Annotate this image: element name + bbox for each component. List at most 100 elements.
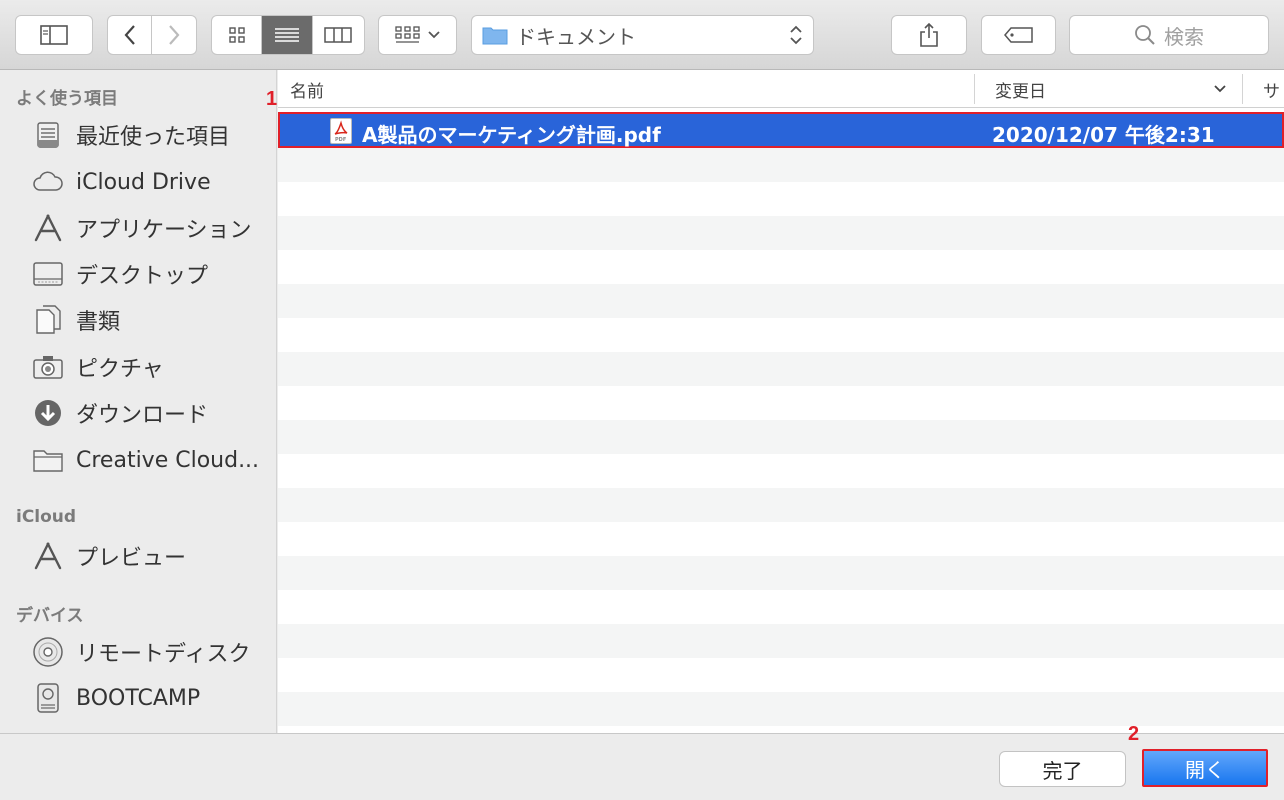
- sidebar-item-bootcamp[interactable]: BOOTCAMP: [30, 678, 270, 718]
- empty-row: [278, 352, 1284, 386]
- sidebar-item-label: ピクチャ: [76, 357, 164, 382]
- download-icon: [30, 395, 66, 431]
- file-modified-date: 2020/12/07 午後2:31: [992, 123, 1215, 147]
- column-name-header[interactable]: 名前: [290, 70, 324, 108]
- empty-row: [278, 284, 1284, 318]
- toolbar: ドキュメント 検索: [0, 0, 1284, 70]
- empty-row: [278, 522, 1284, 556]
- camera-icon: [30, 349, 66, 385]
- empty-row: [278, 488, 1284, 522]
- sidebar-item-label: BOOTCAMP: [76, 685, 201, 711]
- icloud-header: iCloud: [16, 507, 77, 527]
- applications-icon: [30, 210, 66, 246]
- icon-view-button[interactable]: [212, 16, 263, 54]
- sidebar-item-label: 最近使った項目: [76, 125, 231, 150]
- sidebar-item-label: アプリケーション: [76, 218, 252, 243]
- file-list: 名前 変更日 サ PDF A製品のマーケティング計画.pdf 2020/12/0…: [278, 70, 1284, 733]
- search-placeholder: 検索: [1164, 24, 1204, 49]
- columns-icon: [324, 27, 353, 43]
- file-name: A製品のマーケティング計画.pdf: [362, 123, 661, 147]
- search-field[interactable]: 検索: [1069, 15, 1269, 55]
- sidebar: よく使う項目 最近使った項目 iCloud Drive アプリケーション デスク…: [0, 70, 277, 733]
- preview-app-icon: [30, 538, 66, 574]
- empty-row: [278, 250, 1284, 284]
- sidebar-item-creative-cloud[interactable]: Creative Cloud...: [30, 440, 270, 480]
- sidebar-item-preview[interactable]: プレビュー: [30, 536, 270, 576]
- empty-row: [278, 420, 1284, 454]
- sidebar-item-label: Creative Cloud...: [76, 447, 260, 473]
- disc-icon: [30, 634, 66, 670]
- path-popup[interactable]: ドキュメント: [471, 15, 814, 55]
- chevron-right-icon: [169, 25, 180, 45]
- sidebar-toggle-button[interactable]: [15, 15, 93, 55]
- cloud-icon: [30, 164, 66, 200]
- group-grid-icon: [394, 26, 420, 43]
- sidebar-item-downloads[interactable]: ダウンロード: [30, 393, 270, 433]
- empty-row: [278, 692, 1284, 726]
- column-header: 名前 変更日 サ: [278, 70, 1284, 108]
- sort-chevron-down-icon: [1214, 85, 1226, 93]
- file-row-selected[interactable]: PDF A製品のマーケティング計画.pdf 2020/12/07 午後2:31: [278, 112, 1284, 148]
- chevron-left-icon: [124, 25, 135, 45]
- svg-text:PDF: PDF: [335, 137, 346, 143]
- recents-icon: [30, 117, 66, 153]
- column-size-header[interactable]: サ: [1263, 70, 1280, 108]
- pdf-icon: PDF: [330, 118, 352, 144]
- annotation-marker-1: 1: [266, 88, 278, 110]
- sidebar-item-icloud-drive[interactable]: iCloud Drive: [30, 162, 270, 202]
- path-label: ドキュメント: [516, 24, 636, 49]
- empty-row: [278, 556, 1284, 590]
- sidebar-item-recents[interactable]: 最近使った項目: [30, 115, 270, 155]
- sidebar-item-pictures[interactable]: ピクチャ: [30, 347, 270, 387]
- column-view-button[interactable]: [313, 16, 364, 54]
- desktop-icon: [30, 256, 66, 292]
- list-view-button[interactable]: [262, 16, 313, 54]
- view-mode-group: [211, 15, 365, 55]
- search-icon: [1135, 25, 1155, 45]
- empty-row: [278, 318, 1284, 352]
- done-button[interactable]: 完了: [999, 751, 1126, 787]
- grid-icon: [228, 27, 245, 43]
- favorites-header: よく使う項目: [16, 89, 118, 109]
- sidebar-item-label: プレビュー: [76, 546, 187, 571]
- empty-row: [278, 658, 1284, 692]
- sidebar-item-label: iCloud Drive: [76, 169, 211, 195]
- sidebar-item-applications[interactable]: アプリケーション: [30, 208, 270, 248]
- list-icon: [275, 28, 300, 42]
- tag-icon: [1003, 27, 1033, 43]
- empty-row: [278, 148, 1284, 182]
- column-modified-header[interactable]: 変更日: [995, 70, 1046, 108]
- sidebar-icon: [40, 25, 68, 45]
- chevron-down-icon: [427, 31, 440, 39]
- empty-row: [278, 182, 1284, 216]
- devices-header: デバイス: [16, 606, 84, 626]
- back-button[interactable]: [108, 16, 153, 54]
- back-forward-group: [107, 15, 197, 55]
- documents-icon: [30, 302, 66, 338]
- forward-button[interactable]: [152, 16, 196, 54]
- folder-icon: [30, 442, 66, 478]
- sidebar-item-remote-disc[interactable]: リモートディスク: [30, 632, 270, 672]
- share-button[interactable]: [891, 15, 967, 55]
- annotation-marker-2: 2: [1128, 723, 1140, 745]
- open-button[interactable]: 開く: [1142, 749, 1268, 787]
- sidebar-item-label: デスクトップ: [76, 264, 209, 289]
- sidebar-item-documents[interactable]: 書類: [30, 300, 270, 340]
- tag-button[interactable]: [981, 15, 1056, 55]
- empty-row: [278, 454, 1284, 488]
- empty-row: [278, 216, 1284, 250]
- group-by-button[interactable]: [378, 15, 457, 55]
- column-separator[interactable]: [1242, 74, 1243, 104]
- empty-row: [278, 386, 1284, 420]
- sidebar-item-label: 書類: [76, 310, 121, 335]
- empty-row: [278, 624, 1284, 658]
- share-icon: [920, 22, 938, 47]
- empty-row: [278, 590, 1284, 624]
- sidebar-item-label: リモートディスク: [76, 642, 251, 667]
- sidebar-item-desktop[interactable]: デスクトップ: [30, 254, 270, 294]
- folder-icon: [482, 27, 508, 45]
- sidebar-item-label: ダウンロード: [76, 403, 209, 428]
- updown-chevron-icon: [790, 25, 802, 45]
- column-separator[interactable]: [974, 74, 975, 104]
- drive-icon: [30, 680, 66, 716]
